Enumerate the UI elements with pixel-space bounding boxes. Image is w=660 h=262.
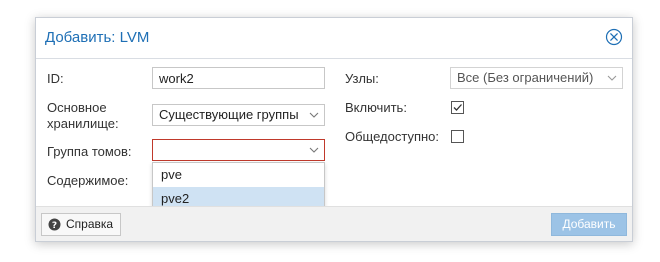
help-button-label: Справка — [66, 217, 114, 231]
add-button[interactable]: Добавить — [551, 213, 627, 236]
volume-group-dropdown: pve pve2 — [152, 162, 325, 212]
shared-label: Общедоступно: — [345, 129, 440, 144]
content-label: Содержимое: — [47, 173, 129, 188]
check-icon — [453, 104, 462, 111]
enable-label: Включить: — [345, 100, 407, 115]
dropdown-option-pve[interactable]: pve — [153, 163, 324, 187]
volume-group-label: Группа томов: — [47, 144, 132, 159]
id-label: ID: — [47, 71, 64, 86]
help-button[interactable]: ? Справка — [41, 213, 121, 236]
dialog-footer: ? Справка Добавить — [36, 206, 632, 241]
enable-checkbox[interactable] — [451, 101, 464, 114]
nodes-value: Все (Без ограничений) — [457, 70, 594, 85]
base-storage-value: Существующие группы — [159, 107, 299, 122]
base-storage-label: Основное хранилище: — [47, 100, 119, 131]
close-icon[interactable] — [605, 28, 623, 46]
chevron-down-icon[interactable] — [309, 111, 319, 119]
add-lvm-dialog: Добавить: LVM ID: Основное хранилище: Су… — [35, 17, 633, 242]
dialog-title: Добавить: LVM — [45, 29, 150, 46]
question-circle-icon: ? — [48, 218, 61, 231]
chevron-down-icon[interactable] — [309, 146, 319, 154]
nodes-label: Узлы: — [345, 71, 379, 86]
nodes-select[interactable]: Все (Без ограничений) — [450, 67, 623, 89]
id-input[interactable] — [152, 67, 325, 89]
shared-checkbox[interactable] — [451, 130, 464, 143]
svg-text:?: ? — [52, 221, 57, 231]
dialog-titlebar: Добавить: LVM — [36, 18, 632, 59]
chevron-down-icon[interactable] — [607, 74, 617, 82]
volume-group-select[interactable] — [152, 139, 325, 161]
base-storage-select[interactable]: Существующие группы — [152, 104, 325, 126]
